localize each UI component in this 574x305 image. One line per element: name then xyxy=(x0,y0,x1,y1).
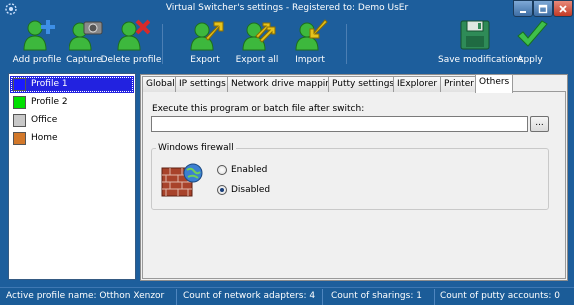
checkmark-icon xyxy=(517,20,548,47)
tab-ip-settings[interactable]: IP settings xyxy=(175,76,230,92)
profile-color-swatch xyxy=(13,114,26,127)
firewall-enabled-label[interactable]: Enabled xyxy=(231,165,267,175)
export-icon xyxy=(190,21,224,51)
delete-user-icon xyxy=(117,19,150,51)
title-bar[interactable]: Virtual Switcher's settings - Registered… xyxy=(0,0,574,18)
profile-color-swatch xyxy=(13,132,26,145)
execute-program-input[interactable] xyxy=(151,116,528,132)
windows-firewall-group xyxy=(151,148,549,210)
tab-printer[interactable]: Printer xyxy=(440,76,478,92)
status-bar: Active profile name: Otthon Xenzor Count… xyxy=(0,287,574,305)
profile-label: Profile 1 xyxy=(31,79,68,89)
profile-color-swatch xyxy=(13,96,26,109)
export-all-icon xyxy=(242,22,276,51)
import-button[interactable]: Import xyxy=(285,18,335,66)
maximize-icon xyxy=(538,4,548,13)
close-button[interactable] xyxy=(553,0,573,17)
delete-profile-label: Delete profile xyxy=(100,55,162,65)
tab-iexplorer[interactable]: IExplorer xyxy=(393,76,442,92)
profile-color-swatch xyxy=(13,78,26,91)
settings-window: Virtual Switcher's settings - Registered… xyxy=(0,0,574,305)
save-modifications-button[interactable]: Save modifications xyxy=(438,18,524,66)
status-putty-accounts: Count of putty accounts: 0 xyxy=(440,291,560,301)
toolbar-separator xyxy=(162,24,163,64)
profile-label: Office xyxy=(31,115,58,125)
firewall-disabled-label[interactable]: Disabled xyxy=(231,185,270,195)
capture-user-icon xyxy=(69,21,103,51)
status-network-adapters: Count of network adapters: 4 xyxy=(183,291,316,301)
delete-profile-button[interactable]: Delete profile xyxy=(101,18,161,66)
status-sharings: Count of sharings: 1 xyxy=(331,291,422,301)
add-user-icon xyxy=(23,20,55,51)
status-active-profile: Active profile name: Otthon Xenzor xyxy=(6,291,165,301)
status-separator xyxy=(322,289,323,305)
browse-button[interactable]: ... xyxy=(530,116,549,132)
tab-others[interactable]: Others xyxy=(475,74,514,93)
profile-item[interactable]: Profile 1 xyxy=(10,76,134,93)
maximize-button[interactable] xyxy=(533,0,553,17)
execute-program-label: Execute this program or batch file after… xyxy=(152,104,365,114)
profile-list[interactable]: Profile 1 Profile 2 Office Home xyxy=(8,73,136,280)
minimize-icon xyxy=(520,10,526,13)
apply-label: Apply xyxy=(517,55,543,65)
tab-network-drive-mapping[interactable]: Network drive mapping xyxy=(227,76,341,92)
tab-putty-settings[interactable]: Putty settings xyxy=(328,76,399,92)
toolbar: Add profile Capture Delete profile Expor… xyxy=(0,18,574,66)
firewall-enabled-radio[interactable] xyxy=(217,165,227,175)
status-separator xyxy=(176,289,177,305)
profile-item[interactable]: Office xyxy=(10,112,134,129)
import-icon xyxy=(295,19,328,51)
close-icon xyxy=(559,4,567,13)
profile-label: Home xyxy=(31,133,58,143)
save-disk-icon xyxy=(460,20,490,50)
tab-global[interactable]: Global xyxy=(142,76,179,92)
status-separator xyxy=(434,289,435,305)
firewall-icon xyxy=(161,163,203,197)
windows-firewall-title: Windows firewall xyxy=(156,143,236,153)
apply-button[interactable]: Apply xyxy=(505,18,555,66)
window-title: Virtual Switcher's settings - Registered… xyxy=(165,3,409,13)
import-label: Import xyxy=(295,55,325,65)
profile-label: Profile 2 xyxy=(31,97,68,107)
profile-item[interactable]: Profile 2 xyxy=(10,94,134,111)
firewall-disabled-radio[interactable] xyxy=(217,185,227,195)
profile-item[interactable]: Home xyxy=(10,130,134,147)
toolbar-separator xyxy=(346,24,347,64)
minimize-button[interactable] xyxy=(513,0,533,17)
